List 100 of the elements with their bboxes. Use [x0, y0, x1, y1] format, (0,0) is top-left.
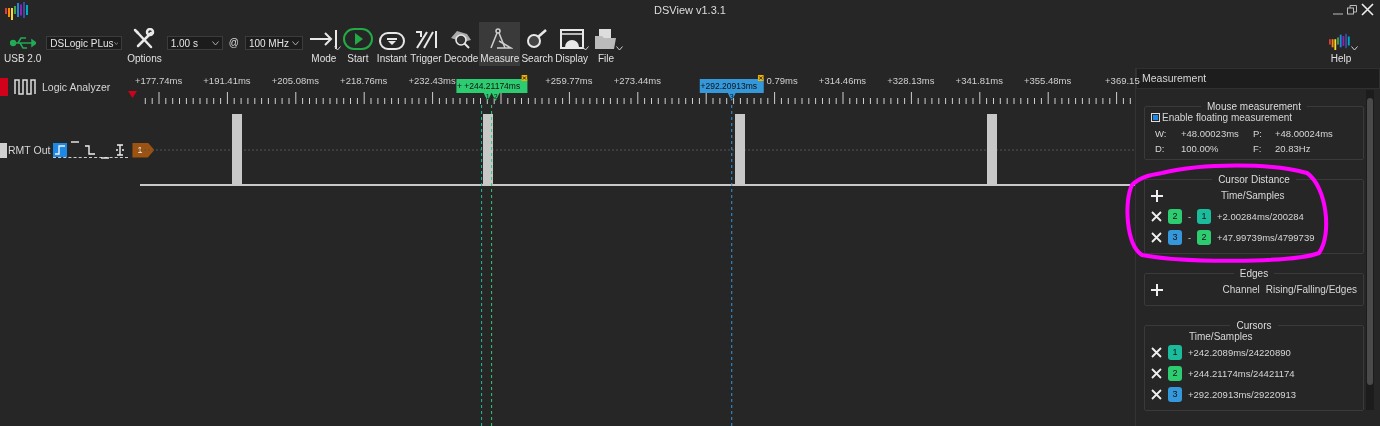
- cursor-badge: 3: [1168, 387, 1182, 402]
- time-label: 0.79ms: [766, 75, 798, 86]
- cursor-badge: 1: [1168, 345, 1182, 360]
- column-header: Time/Samples: [1221, 190, 1285, 201]
- time-label: +218.76ms: [340, 75, 388, 86]
- measure-value: 100.00%: [1181, 143, 1220, 154]
- time-label: +205.08ms: [271, 75, 319, 86]
- cursor-badge: 2: [1197, 230, 1211, 245]
- square-wave-icon: [14, 78, 36, 95]
- restore-icon[interactable]: [1347, 4, 1357, 15]
- toolbar-button[interactable]: Mode: [306, 22, 341, 66]
- cursor-value: +292.20913ms/29220913: [1188, 389, 1297, 400]
- add-button[interactable]: [1151, 283, 1163, 296]
- time-label: +259.77ms: [545, 75, 593, 86]
- device-color-marker: [0, 77, 8, 96]
- caret-icon: [211, 40, 219, 46]
- arrow-to-bar-icon: [308, 28, 339, 50]
- cursor-badge: 2: [1168, 366, 1182, 381]
- at-sign: @: [228, 37, 239, 48]
- channel-color-marker: [0, 142, 7, 158]
- minus-sign: -: [1188, 211, 1191, 222]
- cursor-value: +242.2089ms/24220890: [1188, 347, 1291, 358]
- dropdown[interactable]: 1.00 s: [166, 36, 223, 50]
- section-title: Cursor Distance: [1217, 174, 1291, 185]
- toolbar-button[interactable]: USB 2.0: [3, 22, 43, 66]
- close-icon: [1151, 232, 1162, 243]
- toolbar-button[interactable]: Trigger: [408, 22, 443, 66]
- caret-icon: [291, 40, 299, 46]
- cursor-badge: 2: [1168, 209, 1182, 224]
- floating-measurement-checkbox[interactable]: Enable floating measurement: [1151, 112, 1357, 123]
- app-logo-icon: [5, 0, 31, 20]
- toolbar-button[interactable]: Decode: [442, 22, 480, 66]
- scrollbar[interactable]: [1366, 90, 1374, 410]
- measure-key: P:: [1253, 128, 1275, 139]
- dropdown[interactable]: DSLogic PLus: [46, 36, 123, 50]
- trigger-icon: [413, 28, 438, 50]
- remove-button[interactable]: [1151, 368, 1162, 379]
- falling-edge-icon: [84, 144, 97, 155]
- measure-value: +48.00024ms: [1275, 128, 1334, 139]
- cursor-value: +244.21174ms/24421174: [1188, 368, 1295, 379]
- time-label: +341.81ms: [955, 75, 1003, 86]
- close-icon: [1151, 347, 1162, 358]
- column-header: Rising/Falling/Edges: [1265, 284, 1357, 295]
- time-label: +177.74ms: [134, 75, 183, 86]
- channel-index-tag: 1: [132, 142, 155, 158]
- toolbar-button[interactable]: Search: [520, 22, 555, 66]
- measure-key: D:: [1155, 143, 1181, 154]
- help-logo-icon: [1329, 32, 1353, 50]
- toolbar-button[interactable]: Measure: [479, 22, 521, 66]
- toolbar-button[interactable]: File: [589, 22, 624, 66]
- trigger-marker-icon: [128, 91, 137, 98]
- close-icon: [1151, 211, 1162, 222]
- cursor-badge: 3: [1168, 230, 1182, 245]
- device-label: Logic Analyzer: [42, 80, 111, 93]
- time-label: +328.13ms: [887, 75, 935, 86]
- time-label: +314.46ms: [818, 75, 867, 86]
- cursor-line[interactable]: [491, 105, 493, 426]
- column-header: Time/Samples: [1189, 331, 1254, 342]
- remove-button[interactable]: [1151, 389, 1162, 400]
- toolbar-button[interactable]: Display: [554, 22, 590, 66]
- toolbar-button[interactable]: Options: [126, 22, 163, 66]
- close-icon: [1151, 368, 1162, 379]
- column-header: Channel: [1222, 284, 1260, 295]
- channel-name: RMT Out: [8, 144, 51, 156]
- trigger-option[interactable]: [53, 142, 68, 157]
- close-icon: [1151, 389, 1162, 400]
- measure-value: +48.00023ms: [1181, 128, 1240, 139]
- instant-icon: [378, 32, 405, 50]
- edge-edge-icon: [115, 143, 126, 156]
- time-label: +232.43ms: [408, 75, 456, 86]
- magnifier-icon: [449, 28, 474, 50]
- remove-button[interactable]: [1151, 211, 1162, 222]
- low-edge-icon: [100, 156, 111, 159]
- distance-value: +2.00284ms/200284: [1217, 211, 1304, 222]
- measure-key: F:: [1253, 143, 1275, 154]
- add-button[interactable]: [1151, 189, 1163, 202]
- toolbar-button[interactable]: Instant: [374, 22, 409, 66]
- high-edge-icon: [70, 140, 81, 143]
- help-button[interactable]: Help: [1324, 22, 1358, 66]
- usb-icon: [9, 36, 36, 50]
- close-icon[interactable]: [521, 75, 528, 81]
- remove-button[interactable]: [1151, 232, 1162, 243]
- section-title: Mouse measurement: [1206, 101, 1302, 112]
- remove-button[interactable]: [1151, 347, 1162, 358]
- minus-sign: -: [1188, 232, 1191, 243]
- window-title: DSView v1.3.1: [654, 4, 726, 16]
- dropdown[interactable]: 100 MHz: [244, 36, 303, 50]
- rising-edge-icon: [54, 144, 67, 155]
- window-gear-icon: [559, 28, 584, 50]
- time-label: +369.15: [1105, 75, 1140, 86]
- toolbar-button[interactable]: Start: [340, 22, 375, 66]
- wrench-screwdriver-icon: [133, 28, 156, 50]
- plus-icon: [1151, 189, 1163, 202]
- time-label: +355.48ms: [1024, 75, 1072, 86]
- play-icon: [342, 28, 373, 50]
- folder-icon: [594, 28, 619, 50]
- section-title: Cursors: [1235, 320, 1273, 331]
- cursor-line[interactable]: [481, 105, 483, 426]
- close-icon[interactable]: [758, 75, 764, 81]
- trigger-option[interactable]: [83, 142, 98, 157]
